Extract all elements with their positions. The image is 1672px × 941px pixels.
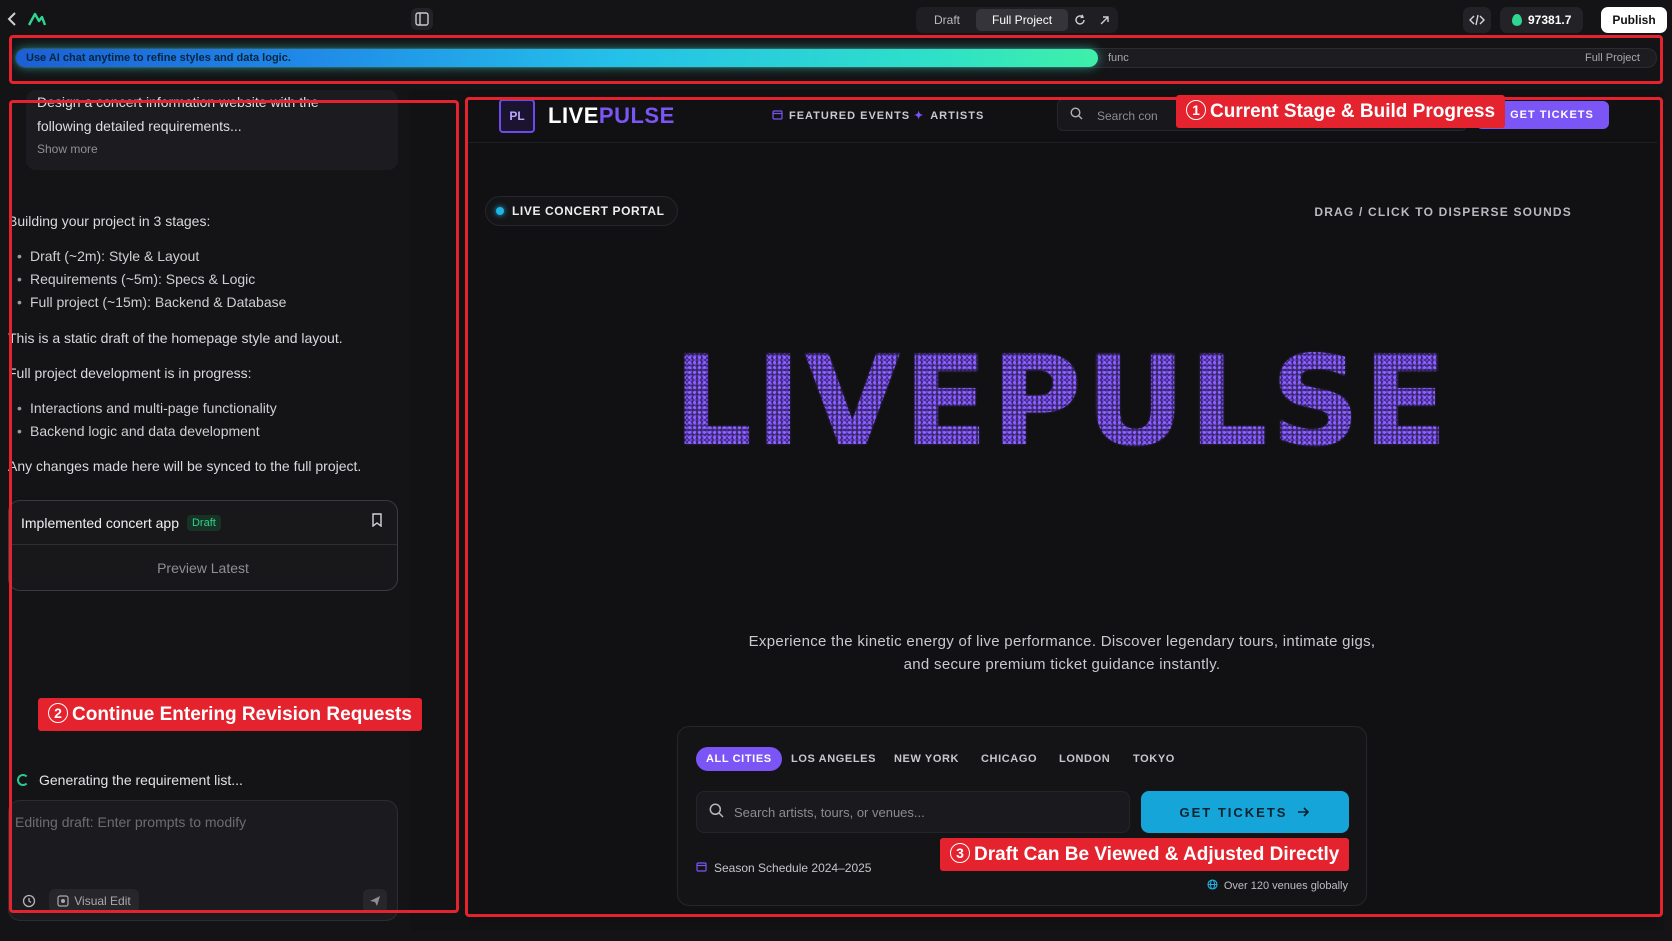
annotation-box-chat: [9, 100, 459, 913]
refresh-icon[interactable]: [1068, 9, 1092, 31]
publish-button[interactable]: Publish: [1601, 7, 1667, 33]
callout-text: Current Stage & Build Progress: [1210, 101, 1496, 122]
sidebar-toggle-icon[interactable]: [411, 8, 433, 30]
credits-display[interactable]: 97381.7: [1500, 7, 1584, 33]
annotation-box-preview: [465, 97, 1663, 917]
credits-value: 97381.7: [1528, 13, 1572, 27]
external-link-icon[interactable]: [1092, 9, 1116, 31]
mode-draft-tab[interactable]: Draft: [918, 9, 976, 31]
app-logo-icon[interactable]: [26, 8, 48, 30]
callout-number: 3: [950, 843, 970, 863]
callout-text: Draft Can Be Viewed & Adjusted Directly: [974, 844, 1340, 865]
callout-number: 1: [1186, 100, 1206, 120]
annotation-callout-stage: 1 Current Stage & Build Progress: [1176, 95, 1506, 128]
callout-number: 2: [48, 703, 68, 723]
mode-switcher: Draft Full Project: [916, 7, 1119, 33]
annotation-callout-revision: 2 Continue Entering Revision Requests: [38, 698, 422, 731]
callout-text: Continue Entering Revision Requests: [72, 704, 412, 725]
chevron-left-icon[interactable]: [1, 8, 23, 30]
code-icon[interactable]: [1463, 7, 1491, 33]
mode-full-project-tab[interactable]: Full Project: [976, 9, 1069, 31]
annotation-callout-draft: 3 Draft Can Be Viewed & Adjusted Directly: [940, 838, 1350, 871]
top-bar: Draft Full Project 97381.7 Publish: [0, 0, 1672, 38]
annotation-box-progress: [9, 35, 1663, 84]
credit-drop-icon: [1512, 14, 1522, 26]
